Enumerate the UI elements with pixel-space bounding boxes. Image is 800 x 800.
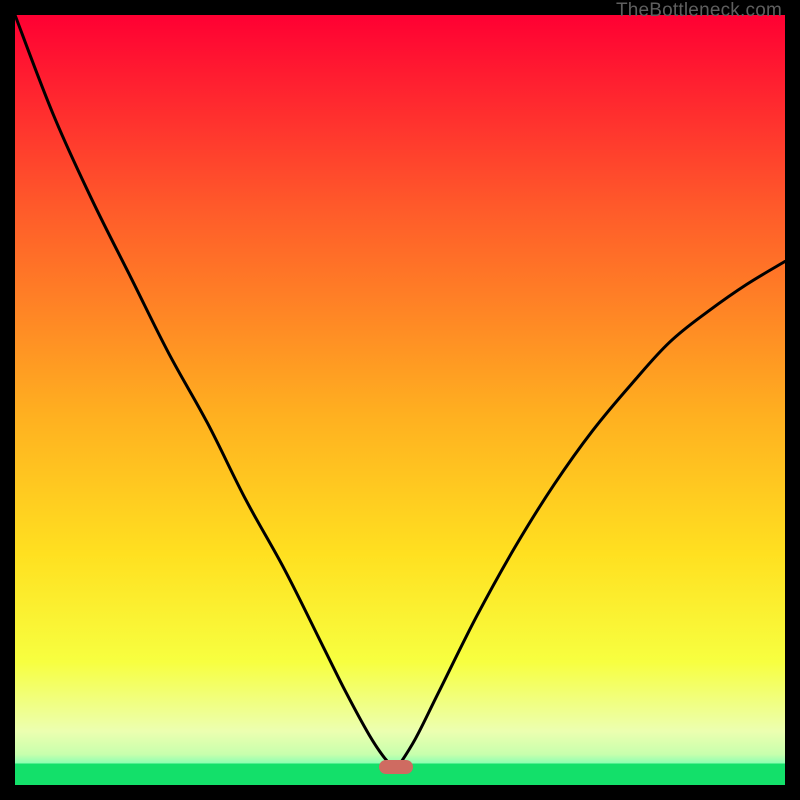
- chart-frame: TheBottleneck.com: [0, 0, 800, 800]
- attribution-text: TheBottleneck.com: [616, 0, 782, 22]
- optimum-marker: [379, 760, 413, 774]
- curve-left: [15, 15, 396, 770]
- curve-right: [396, 261, 785, 769]
- curve-layer: [15, 15, 785, 785]
- plot-area: [15, 15, 785, 785]
